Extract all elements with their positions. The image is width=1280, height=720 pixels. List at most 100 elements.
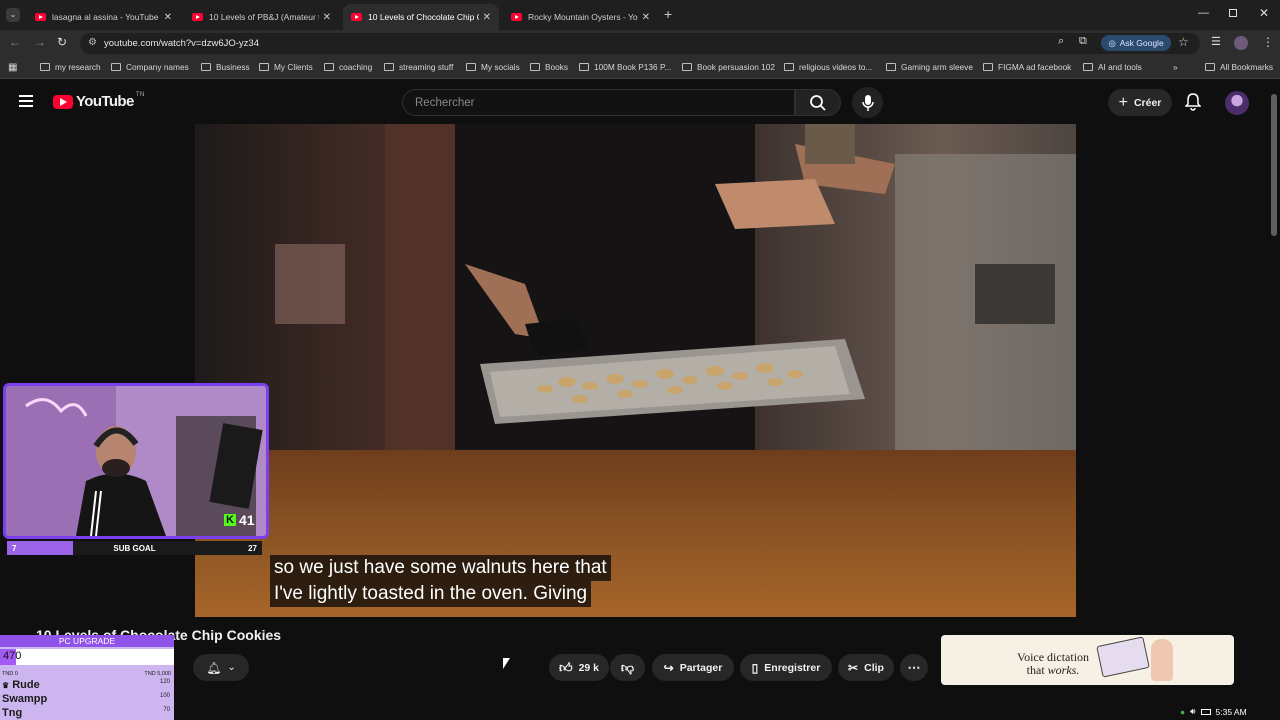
top-donor-row: Tng 70 <box>0 707 174 719</box>
top-donor-row: Swampp 100 <box>0 693 174 705</box>
browser-tab[interactable]: Rocky Mountain Oysters - YouT... ✕ <box>503 4 658 30</box>
save-button[interactable]: ▯ Enregistrer <box>740 654 832 681</box>
folder-icon <box>384 63 394 71</box>
page-scrollbar[interactable] <box>1271 94 1277 236</box>
minimize-window-icon[interactable]: — <box>1198 7 1209 19</box>
clip-button[interactable]: ✂ Clip <box>838 654 894 681</box>
chevron-down-icon: ⌄ <box>227 662 236 673</box>
kick-badge: K 41 <box>224 512 255 528</box>
streamer-webcam-overlay: K 41 <box>3 383 269 539</box>
more-bookmarks-icon[interactable]: » <box>1173 62 1178 72</box>
bookmark-folder[interactable]: my research <box>40 62 101 72</box>
bookmark-folder[interactable]: Business <box>201 62 250 72</box>
bookmark-folder[interactable]: Books <box>530 62 568 72</box>
sponsored-ad-banner[interactable]: Voice dictation that works. <box>941 635 1234 685</box>
folder-icon <box>784 63 794 71</box>
video-frame <box>195 124 1076 617</box>
country-code: TN <box>135 91 145 98</box>
youtube-play-icon <box>53 94 73 109</box>
forward-icon[interactable]: → <box>34 35 46 49</box>
youtube-favicon-icon <box>35 13 46 21</box>
search-placeholder: Rechercher <box>415 96 475 109</box>
bell-icon: 🔔︎ <box>206 660 222 675</box>
folder-icon <box>682 63 692 71</box>
close-window-icon[interactable]: ✕ <box>1259 6 1269 20</box>
share-button[interactable]: ↪ Partager <box>652 654 734 681</box>
site-settings-icon[interactable]: ⚙ <box>88 37 97 48</box>
bookmark-folder[interactable]: Company names <box>111 62 189 72</box>
bookmark-folder[interactable]: FIGMA ad facebook <box>983 62 1071 72</box>
video-player[interactable] <box>195 124 1076 617</box>
search-input[interactable]: Rechercher <box>402 89 795 116</box>
new-tab-icon[interactable]: + <box>664 6 672 22</box>
hamburger-menu-icon[interactable] <box>19 95 33 107</box>
address-bar: ← → ↻ ⚙ youtube.com/watch?v=dzw6JO-yz34 … <box>0 30 1280 57</box>
close-tab-icon[interactable]: ✕ <box>483 12 491 23</box>
bookmark-folder[interactable]: streaming stuff <box>384 62 453 72</box>
notifications-bell-icon[interactable] <box>1185 93 1201 111</box>
like-button[interactable]: 👍︎ 29 k <box>549 654 609 681</box>
caption-line: I've lightly toasted in the oven. Giving <box>270 581 592 607</box>
ad-illustration <box>1096 636 1150 678</box>
donor-name: Swampp <box>2 693 48 705</box>
zoom-icon[interactable]: ⌕ <box>1058 35 1064 48</box>
dislike-button[interactable]: 👎︎ <box>610 654 645 681</box>
all-bookmarks-folder[interactable]: All Bookmarks <box>1205 62 1273 72</box>
folder-icon <box>886 63 896 71</box>
browser-tab[interactable]: lasagna al assina - YouTube ✕ <box>27 4 180 30</box>
youtube-favicon-icon <box>192 13 203 21</box>
ad-illustration-figure <box>1151 639 1173 681</box>
donor-name: Tng <box>2 707 23 719</box>
maximize-window-icon[interactable] <box>1229 9 1237 17</box>
search-icon <box>810 95 826 111</box>
bookmark-icon: ▯ <box>751 660 759 675</box>
sub-goal-label: SUB GOAL <box>113 544 156 553</box>
folder-icon <box>983 63 993 71</box>
close-tab-icon[interactable]: ✕ <box>164 12 172 23</box>
share-icon: ↪ <box>663 660 674 675</box>
subscription-bell-button[interactable]: 🔔︎ ⌄ <box>193 654 249 681</box>
folder-icon <box>324 63 334 71</box>
thumbs-down-icon: 👎︎ <box>620 659 635 675</box>
bookmark-folder[interactable]: Gaming arm sleeve <box>886 62 973 72</box>
donation-min-label: TND 0 <box>2 671 18 677</box>
mouse-cursor-icon <box>503 658 510 669</box>
install-app-icon[interactable]: ⧉ <box>1079 35 1087 48</box>
create-button[interactable]: + Créer <box>1108 89 1172 116</box>
bookmark-folder[interactable]: My socials <box>466 62 520 72</box>
close-tab-icon[interactable]: ✕ <box>642 12 650 23</box>
profile-avatar[interactable] <box>1234 36 1248 50</box>
thumbs-up-icon: 👍︎ <box>558 659 573 675</box>
donor-amount: 70 <box>163 707 170 713</box>
bookmark-folder[interactable]: Book persuasion 102 <box>682 62 775 72</box>
url-field[interactable]: ⚙ youtube.com/watch?v=dzw6JO-yz34 <box>80 33 1200 54</box>
bookmark-folder[interactable]: religious videos to... <box>784 62 872 72</box>
microphone-icon <box>862 95 874 111</box>
browser-tab[interactable]: 10 Levels of PB&J (Amateur to ... ✕ <box>184 4 339 30</box>
voice-search-button[interactable] <box>852 87 883 118</box>
bookmark-folder[interactable]: AI and tools <box>1083 62 1142 72</box>
bookmark-folder[interactable]: coaching <box>324 62 372 72</box>
apps-grid-icon[interactable]: ▦ <box>8 62 17 73</box>
browser-menu-icon[interactable]: ⋮ <box>1262 35 1274 49</box>
browser-tab-strip: ⌄ lasagna al assina - YouTube ✕ 10 Level… <box>0 0 1280 30</box>
ad-headline: Voice dictation that works. <box>1016 650 1090 677</box>
close-tab-icon[interactable]: ✕ <box>323 12 331 23</box>
more-actions-button[interactable]: ⋯ <box>900 654 928 681</box>
bookmark-folder[interactable]: My Clients <box>259 62 313 72</box>
browser-tab-active[interactable]: 10 Levels of Chocolate Chip Co... ✕ <box>343 4 499 30</box>
reload-icon[interactable]: ↻ <box>57 35 67 49</box>
youtube-logo[interactable]: YouTube TN <box>53 91 145 110</box>
extensions-icon[interactable]: ☰ <box>1211 35 1221 48</box>
ask-google-button[interactable]: ◎ Ask Google <box>1101 35 1171 51</box>
bookmark-star-icon[interactable]: ☆ <box>1178 35 1189 49</box>
donation-progress-bar: 470 <box>0 649 174 665</box>
tab-search-icon[interactable]: ⌄ <box>6 8 20 22</box>
bookmark-folder[interactable]: 100M Book P136 P... <box>579 62 671 72</box>
donor-amount: 120 <box>159 679 170 685</box>
account-avatar[interactable] <box>1225 91 1249 115</box>
search-button[interactable] <box>795 89 841 116</box>
folder-icon <box>201 63 211 71</box>
back-icon[interactable]: ← <box>9 35 21 49</box>
youtube-header: YouTube TN Rechercher + Créer <box>0 80 1280 124</box>
